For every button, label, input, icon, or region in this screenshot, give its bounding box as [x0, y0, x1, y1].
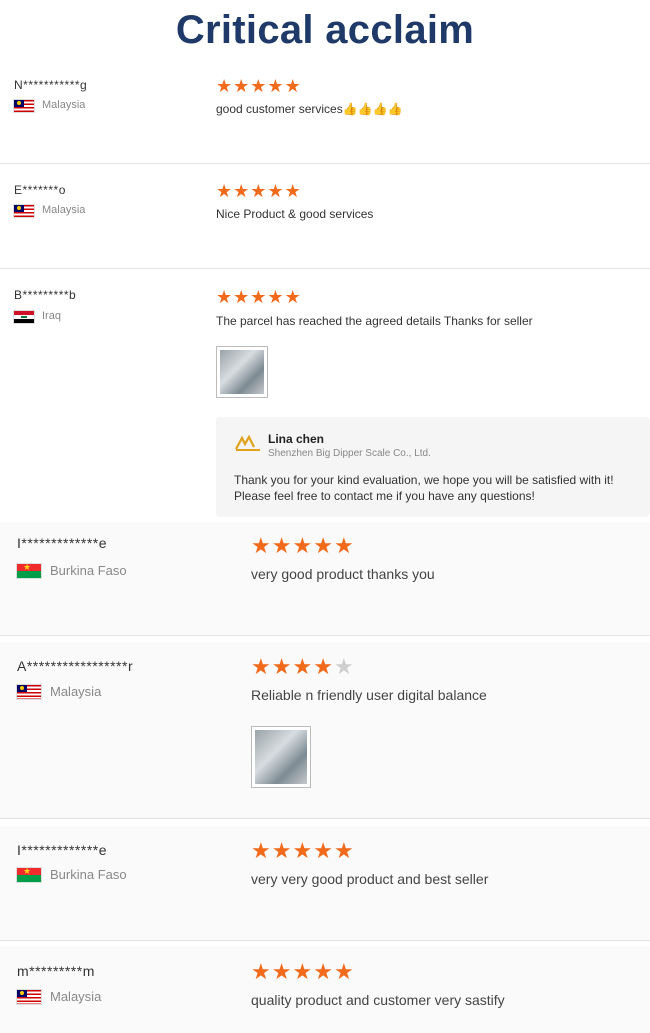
reviewer-country: Burkina Faso: [50, 563, 127, 578]
star-icon: ★: [233, 76, 251, 96]
star-icon: ★: [251, 959, 272, 984]
reply-company: Shenzhen Big Dipper Scale Co., Ltd.: [268, 448, 431, 459]
star-rating: ★★★★★: [216, 182, 302, 200]
star-icon: ★: [267, 181, 285, 201]
divider: [0, 940, 650, 941]
reviewer-name: E*******o: [14, 183, 66, 197]
star-icon: ★: [233, 181, 251, 201]
star-icon: ★: [250, 181, 268, 201]
malaysia-flag: [17, 990, 41, 1004]
star-icon: ★: [284, 76, 302, 96]
burkina-faso-flag: [17, 564, 41, 578]
reply-author: Lina chen: [268, 432, 325, 446]
star-icon: ★: [251, 838, 272, 863]
star-icon: ★: [284, 287, 302, 307]
reviewer-country: Malaysia: [42, 99, 86, 111]
star-empty-icon: ★: [333, 654, 355, 679]
review-item: E*******o Malaysia ★★★★★ Nice Product & …: [0, 175, 650, 268]
star-icon: ★: [292, 533, 314, 558]
review-comment: Nice Product & good services: [216, 207, 374, 221]
star-icon: ★: [267, 287, 285, 307]
star-icon: ★: [292, 959, 314, 984]
star-rating: ★★★★★: [251, 656, 355, 678]
company-logo-icon: [235, 435, 260, 451]
star-icon: ★: [333, 533, 355, 558]
reviewer-country: Iraq: [42, 310, 61, 322]
star-icon: ★: [233, 287, 251, 307]
reviewer-name: B*********b: [14, 288, 77, 302]
malaysia-flag: [14, 100, 34, 112]
star-icon: ★: [267, 76, 285, 96]
reply-text: Thank you for your kind evaluation, we h…: [234, 473, 614, 503]
reviewer-country: Burkina Faso: [50, 867, 127, 882]
page-title: Critical acclaim: [175, 8, 475, 52]
review-photo[interactable]: [216, 346, 268, 398]
seller-reply: Lina chen Shenzhen Big Dipper Scale Co.,…: [216, 417, 650, 517]
star-icon: ★: [313, 654, 334, 679]
star-icon: ★: [251, 654, 272, 679]
iraq-flag: [14, 311, 34, 323]
reviewer-country: Malaysia: [50, 684, 102, 699]
star-icon: ★: [216, 76, 234, 96]
star-icon: ★: [284, 181, 302, 201]
star-icon: ★: [292, 838, 314, 863]
star-rating: ★★★★★: [251, 840, 355, 862]
star-icon: ★: [271, 533, 293, 558]
reviewer-name: A*****************r: [17, 658, 134, 674]
divider: [0, 818, 650, 819]
reviewer-name: N***********g: [14, 78, 88, 92]
burkina-faso-flag: [17, 868, 41, 882]
review-comment: quality product and customer very sastif…: [251, 992, 505, 1008]
review-item: m*********m Malaysia ★★★★★ quality produ…: [0, 946, 650, 1033]
review-item: I*************e Burkina Faso ★★★★★ very …: [0, 826, 650, 940]
star-icon: ★: [292, 654, 314, 679]
star-icon: ★: [271, 838, 293, 863]
review-comment: very very good product and best seller: [251, 871, 489, 887]
star-icon: ★: [313, 959, 334, 984]
review-item: A*****************r Malaysia ★★★★★ Relia…: [0, 642, 650, 818]
star-icon: ★: [216, 181, 234, 201]
divider: [0, 163, 650, 164]
star-icon: ★: [251, 533, 272, 558]
star-rating: ★★★★★: [216, 288, 302, 306]
star-icon: ★: [333, 838, 355, 863]
star-rating: ★★★★★: [251, 535, 355, 557]
divider: [0, 268, 650, 269]
star-icon: ★: [250, 287, 268, 307]
review-comment: good customer services👍👍👍👍: [216, 102, 403, 116]
star-icon: ★: [250, 76, 268, 96]
reviewer-name: I*************e: [17, 535, 108, 551]
review-photo[interactable]: [251, 726, 311, 788]
star-icon: ★: [313, 533, 334, 558]
star-icon: ★: [313, 838, 334, 863]
reviewer-name: m*********m: [17, 963, 95, 979]
star-rating: ★★★★★: [216, 77, 302, 95]
review-comment: very good product thanks you: [251, 566, 435, 582]
malaysia-flag: [17, 685, 41, 699]
review-item: I*************e Burkina Faso ★★★★★ very …: [0, 522, 650, 635]
star-icon: ★: [271, 959, 293, 984]
star-rating: ★★★★★: [251, 961, 355, 983]
malaysia-flag: [14, 205, 34, 217]
star-icon: ★: [216, 287, 234, 307]
review-item: N***********g Malaysia ★★★★★ good custom…: [0, 70, 650, 163]
review-comment: Reliable n friendly user digital balance: [251, 687, 487, 703]
review-comment: The parcel has reached the agreed detail…: [216, 314, 533, 328]
star-icon: ★: [333, 959, 355, 984]
reviewer-country: Malaysia: [50, 989, 102, 1004]
star-icon: ★: [271, 654, 293, 679]
reviewer-country: Malaysia: [42, 204, 86, 216]
divider: [0, 635, 650, 636]
reviewer-name: I*************e: [17, 842, 108, 858]
